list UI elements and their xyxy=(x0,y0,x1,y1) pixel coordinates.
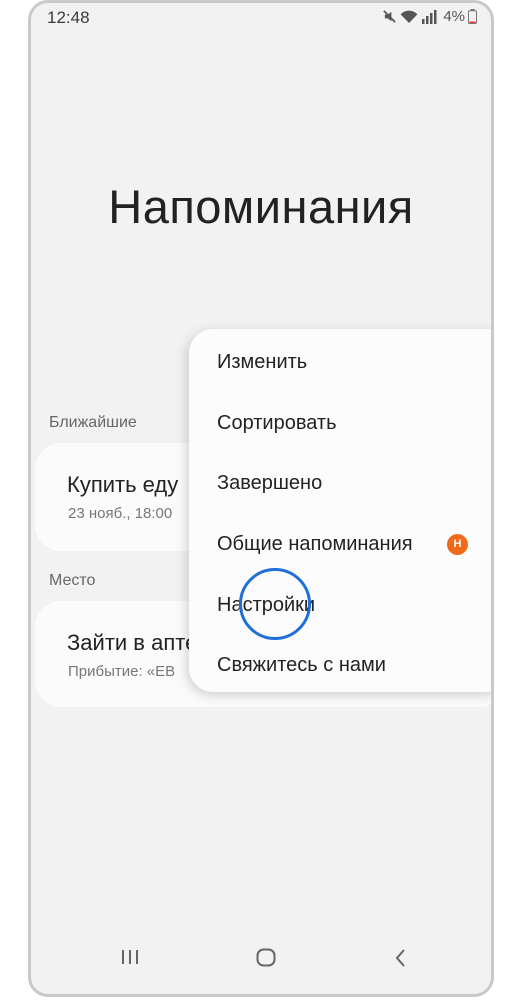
page-title: Напоминания xyxy=(108,180,414,233)
home-icon[interactable] xyxy=(255,948,277,973)
menu-item-completed[interactable]: Завершено xyxy=(217,472,322,495)
back-icon[interactable] xyxy=(393,948,409,973)
menu-item-sort[interactable]: Сортировать xyxy=(217,412,337,435)
new-badge: Н xyxy=(447,534,468,555)
reminder-subtitle: 23 нояб., 18:00 xyxy=(68,505,173,522)
wifi-icon xyxy=(400,10,418,24)
reminder-subtitle: Прибытие: «ЕВ xyxy=(68,663,176,680)
signal-icon xyxy=(421,9,437,24)
reminder-title: Купить еду xyxy=(67,472,179,497)
battery-level: 4% xyxy=(443,8,465,25)
overflow-menu: Изменить Сортировать Завершено Общие нап… xyxy=(189,329,491,692)
status-time: 12:48 xyxy=(47,8,90,27)
section-label-place: Место xyxy=(49,572,96,589)
tap-highlight-circle xyxy=(239,568,311,640)
menu-item-edit[interactable]: Изменить xyxy=(217,351,307,374)
mute-icon xyxy=(382,9,397,24)
status-icons: 4% xyxy=(382,8,477,25)
menu-item-shared-reminders[interactable]: Общие напоминания xyxy=(217,533,413,556)
battery-icon xyxy=(468,9,477,24)
section-label-upcoming: Ближайшие xyxy=(49,414,137,431)
navigation-bar xyxy=(31,934,491,994)
phone-frame: 12:48 4% Напоминания Ближайшие Купить ед… xyxy=(28,0,494,997)
recents-icon[interactable] xyxy=(120,948,140,971)
menu-item-contact-us[interactable]: Свяжитесь с нами xyxy=(217,654,386,677)
status-bar: 12:48 4% xyxy=(31,3,491,33)
